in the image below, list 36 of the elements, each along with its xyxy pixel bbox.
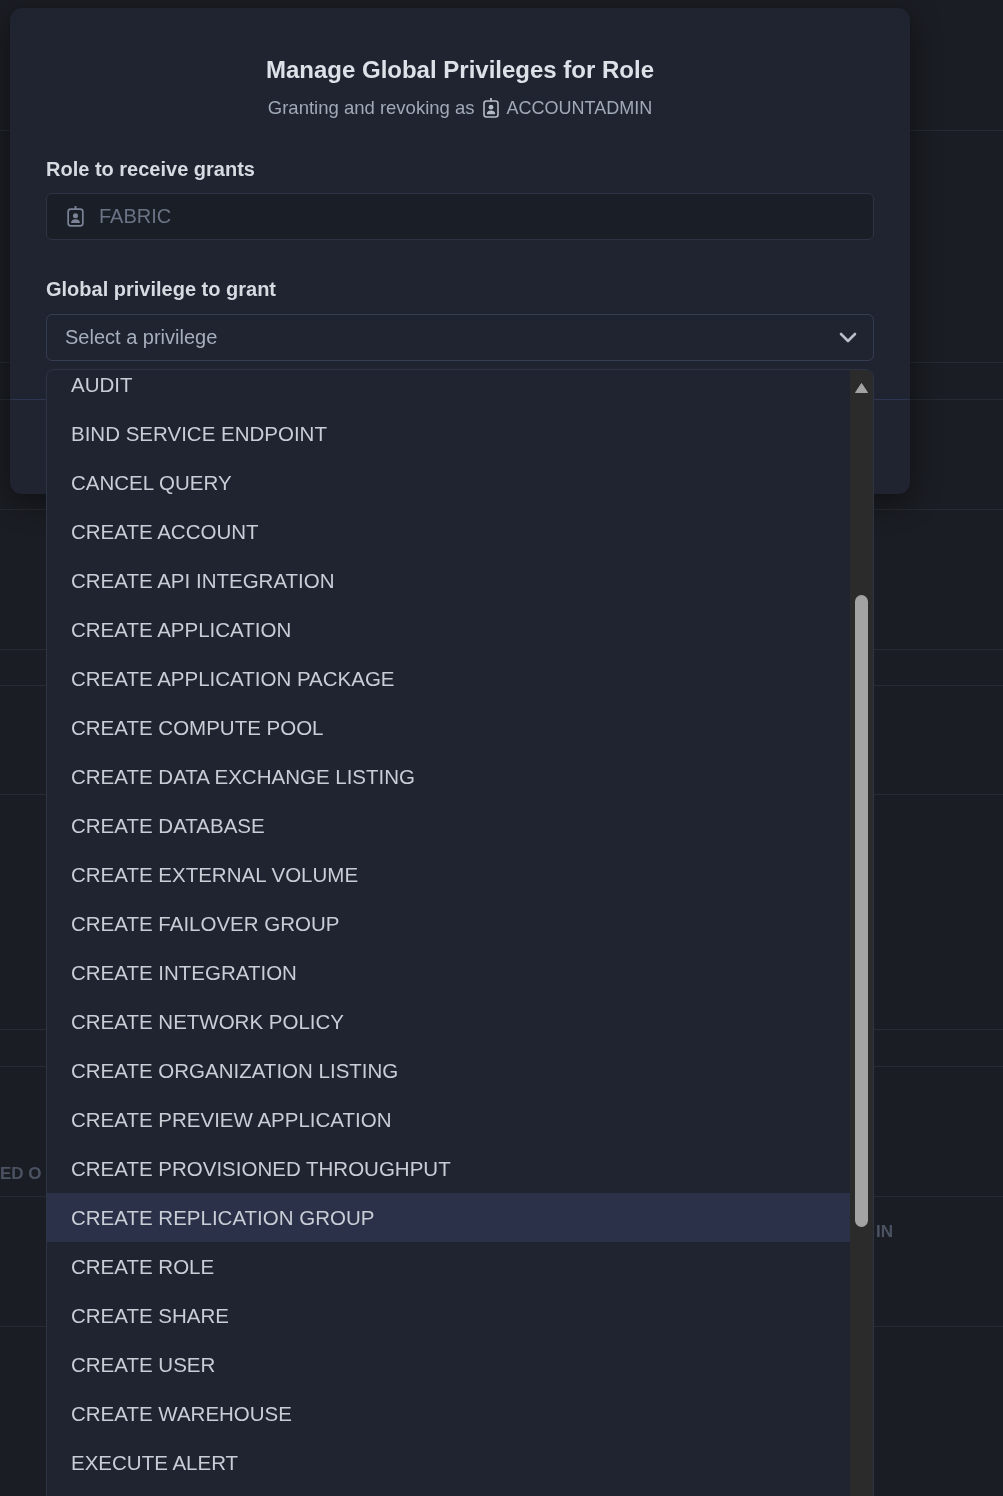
dialog-subtitle: Granting and revoking as xyxy=(267,97,475,119)
dropdown-option[interactable]: CREATE COMPUTE POOL xyxy=(47,703,850,752)
field-label: Global privilege to grant xyxy=(46,277,278,301)
dropdown-option[interactable]: CREATE INTEGRATION xyxy=(47,948,850,997)
dropdown-option[interactable]: BIND SERVICE ENDPOINT xyxy=(47,409,850,458)
dropdown-option[interactable]: CREATE API INTEGRATION xyxy=(47,556,850,605)
dropdown-option[interactable]: CREATE PREVIEW APPLICATION xyxy=(47,1095,850,1144)
dropdown-option[interactable]: CREATE WAREHOUSE xyxy=(47,1389,850,1438)
dropdown-option[interactable]: CREATE DATA EXCHANGE LISTING xyxy=(47,752,850,801)
role-name: ACCOUNTADMIN xyxy=(506,97,653,119)
dropdown-option[interactable]: CANCEL QUERY xyxy=(47,458,850,507)
dropdown-option[interactable]: CREATE EXTERNAL VOLUME xyxy=(47,850,850,899)
dropdown-option[interactable]: CREATE ORGANIZATION LISTING xyxy=(47,1046,850,1095)
dropdown-option[interactable]: CREATE DATABASE xyxy=(47,801,850,850)
dropdown-option[interactable]: CREATE REPLICATION GROUP xyxy=(47,1193,850,1242)
dropdown-option[interactable]: CREATE NETWORK POLICY xyxy=(47,997,850,1046)
dropdown-option[interactable]: AUDIT xyxy=(47,370,850,409)
dropdown-option[interactable]: CREATE SHARE xyxy=(47,1291,850,1340)
chevron-down-icon xyxy=(839,331,857,344)
dropdown-option[interactable]: CREATE APPLICATION PACKAGE xyxy=(47,654,850,703)
field-label: Role to receive grants xyxy=(46,157,256,181)
table-header-text: ED O xyxy=(0,1164,42,1184)
dropdown-option[interactable]: CREATE USER xyxy=(47,1340,850,1389)
scrollbar-thumb[interactable] xyxy=(855,595,868,1227)
scroll-up-arrow-icon[interactable] xyxy=(855,383,868,393)
privilege-select[interactable]: Select a privilege xyxy=(46,314,874,361)
id-badge-icon xyxy=(67,206,84,227)
dropdown-option[interactable]: CREATE ACCOUNT xyxy=(47,507,850,556)
dialog-title: Manage Global Privileges for Role xyxy=(265,55,655,85)
dropdown-option[interactable]: CREATE PROVISIONED THROUGHPUT xyxy=(47,1144,850,1193)
dropdown-option[interactable]: CREATE FAILOVER GROUP xyxy=(47,899,850,948)
dropdown-option[interactable]: EXECUTE ALERT xyxy=(47,1438,850,1487)
dropdown-option[interactable]: CREATE ROLE xyxy=(47,1242,850,1291)
id-badge-icon xyxy=(482,98,499,118)
dropdown-option[interactable]: CREATE APPLICATION xyxy=(47,605,850,654)
table-header-text: IN xyxy=(876,1222,893,1242)
